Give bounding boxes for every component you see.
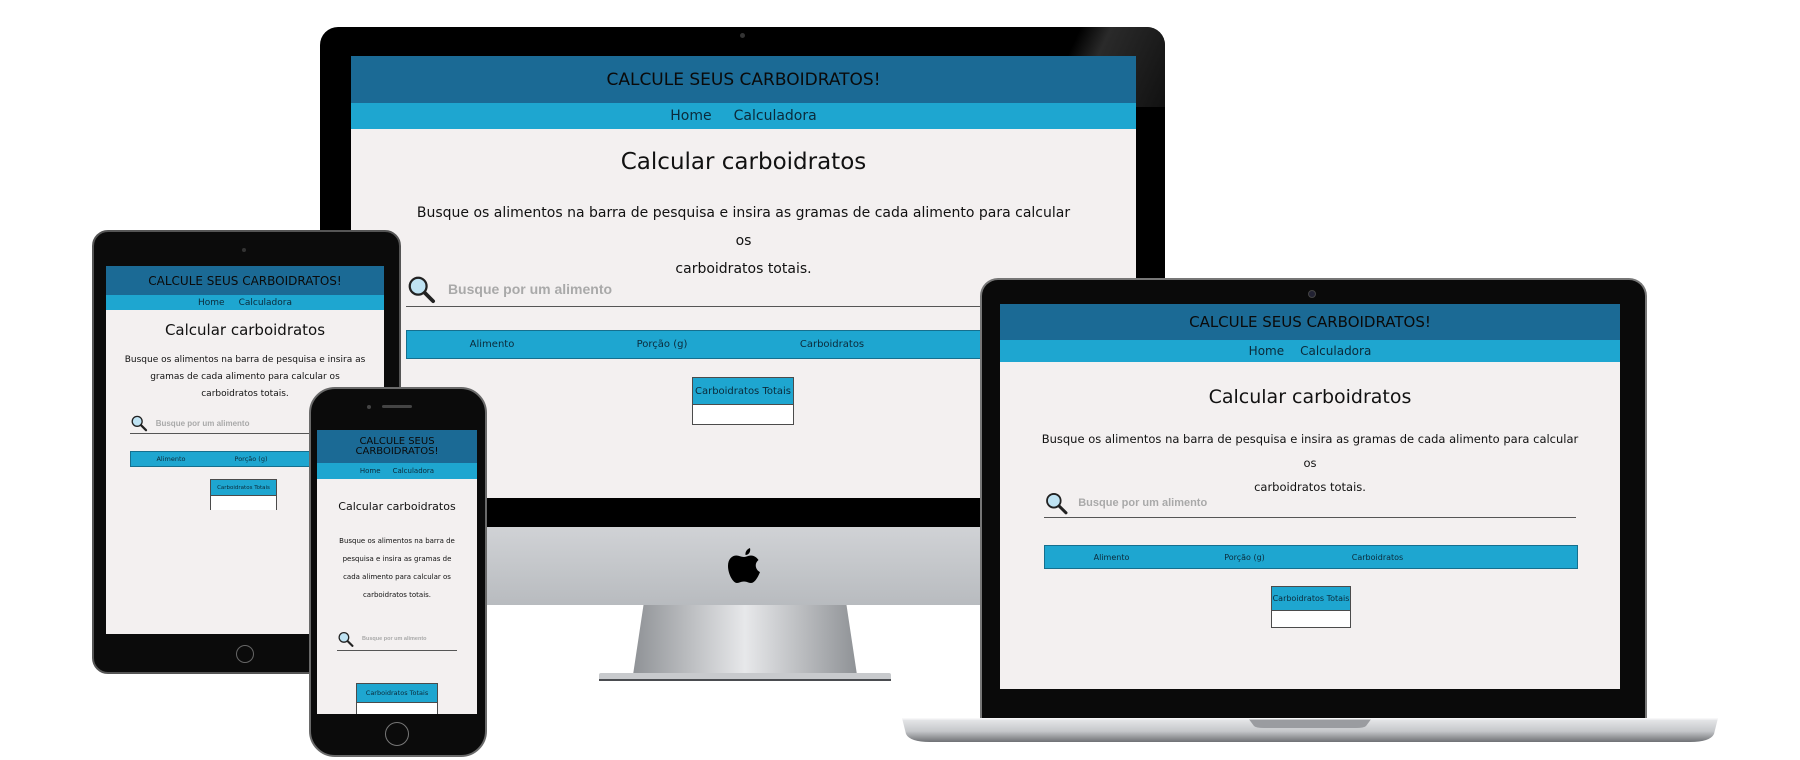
- nav-calculadora-link[interactable]: Calculadora: [1300, 344, 1371, 358]
- col-alimento: Alimento: [156, 455, 186, 463]
- description-line: gramas de cada alimento para calcular os: [150, 372, 340, 382]
- magnifier-icon: [1046, 493, 1068, 515]
- description-line: Busque os alimentos na barra de: [339, 537, 455, 545]
- laptop-screen: CALCULE SEUS CARBOIDRATOS! Home Calculad…: [1000, 304, 1620, 689]
- imac-stand: [599, 595, 891, 681]
- apple-logo-icon: [728, 548, 760, 583]
- site-header: CALCULE SEUS CARBOIDRATOS!: [351, 56, 1136, 103]
- nav-calculadora-link[interactable]: Calculadora: [239, 298, 292, 308]
- nav-calculadora-link[interactable]: Calculadora: [734, 108, 817, 124]
- imac-camera: [740, 33, 745, 38]
- site-title: CALCULE SEUS: [359, 435, 435, 447]
- total-carbs-label: Carboidratos Totais: [1272, 587, 1350, 611]
- home-button-icon: [385, 722, 409, 746]
- site-title: CALCULE SEUS CARBOIDRATOS!: [148, 273, 342, 288]
- search-input[interactable]: [360, 635, 457, 643]
- phone-screen: CALCULE SEUS CARBOIDRATOS! Home Calculad…: [317, 430, 477, 714]
- total-carbs-box: Carboidratos Totais: [356, 683, 438, 714]
- site-nav: Home Calculadora: [351, 103, 1136, 129]
- search-bar: [337, 628, 457, 651]
- nav-home-link[interactable]: Home: [360, 467, 381, 475]
- description-line: pesquisa e insira as gramas de: [342, 555, 452, 563]
- phone-speaker: [382, 405, 412, 408]
- col-carboidratos: Carboidratos: [1351, 552, 1404, 562]
- tablet-camera: [242, 248, 246, 252]
- home-button-icon: [236, 645, 254, 663]
- total-carbs-box: Carboidratos Totais: [1271, 586, 1351, 628]
- magnifier-icon: [408, 276, 436, 304]
- description-line: carboidratos totais.: [362, 591, 432, 599]
- magnifier-icon: [131, 415, 148, 432]
- site-header: CALCULE SEUS CARBOIDRATOS!: [317, 430, 477, 463]
- page-description: Busque os alimentos na barra de pesquisa…: [411, 199, 1076, 283]
- nav-home-link[interactable]: Home: [198, 298, 225, 308]
- nav-calculadora-link[interactable]: Calculadora: [393, 467, 435, 475]
- page-title: Calcular carboidratos: [338, 500, 456, 513]
- site-title: CARBOIDRATOS!: [355, 445, 439, 457]
- laptop-base: [902, 718, 1718, 742]
- nav-home-link[interactable]: Home: [670, 108, 711, 124]
- col-porcao: Porção (g): [234, 455, 268, 463]
- description-line: Busque os alimentos na barra de pesquisa…: [416, 205, 1071, 249]
- nav-home-link[interactable]: Home: [1249, 344, 1284, 358]
- phone-camera: [367, 405, 371, 409]
- magnifier-icon: [338, 631, 354, 647]
- total-carbs-label: Carboidratos Totais: [211, 480, 276, 496]
- description-line: cada alimento para calcular os: [343, 573, 451, 581]
- col-alimento: Alimento: [469, 339, 515, 350]
- col-alimento: Alimento: [1093, 552, 1130, 562]
- site-header: CALCULE SEUS CARBOIDRATOS!: [1000, 304, 1620, 340]
- total-carbs-box: Carboidratos Totais: [692, 377, 794, 425]
- total-carbs-label: Carboidratos Totais: [357, 684, 437, 703]
- search-bar: [1044, 489, 1576, 518]
- site-nav: Home Calculadora: [106, 295, 384, 310]
- page-title: Calcular carboidratos: [620, 149, 867, 175]
- page-title: Calcular carboidratos: [164, 321, 326, 339]
- site-header: CALCULE SEUS CARBOIDRATOS!: [106, 266, 384, 295]
- laptop-camera: [1308, 290, 1316, 298]
- page-title: Calcular carboidratos: [1208, 386, 1412, 408]
- col-porcao: Porção (g): [636, 339, 688, 350]
- description-line: Busque os alimentos na barra de pesquisa…: [124, 355, 366, 365]
- total-carbs-label: Carboidratos Totais: [693, 378, 793, 405]
- page-description: Busque os alimentos na barra de pesquisa…: [321, 532, 473, 604]
- food-table-header: Alimento Porção (g) Carboidratos: [1044, 545, 1578, 569]
- site-nav: Home Calculadora: [1000, 340, 1620, 362]
- search-input[interactable]: [1076, 496, 1576, 510]
- site-title: CALCULE SEUS CARBOIDRATOS!: [606, 69, 881, 90]
- col-carboidratos: Carboidratos: [799, 339, 865, 350]
- site-nav: Home Calculadora: [317, 463, 477, 479]
- total-carbs-box: Carboidratos Totais: [210, 479, 277, 510]
- site-title: CALCULE SEUS CARBOIDRATOS!: [1189, 313, 1431, 331]
- col-porcao: Porção (g): [1224, 552, 1265, 562]
- description-line: Busque os alimentos na barra de pesquisa…: [1041, 432, 1579, 470]
